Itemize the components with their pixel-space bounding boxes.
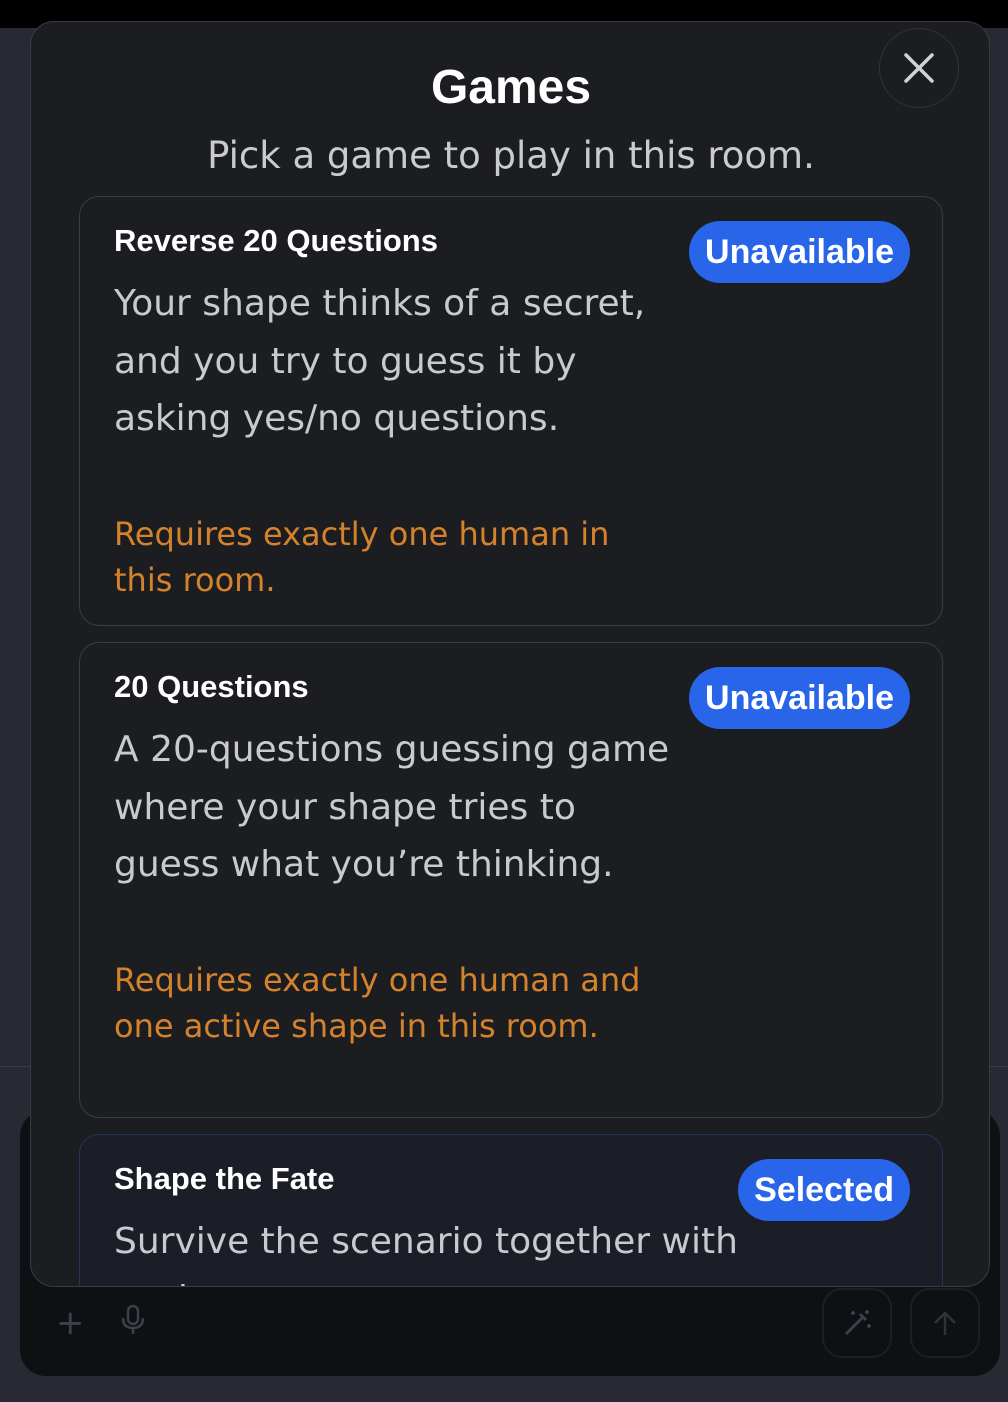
close-icon xyxy=(904,53,934,83)
status-badge: Unavailable xyxy=(689,667,910,729)
arrow-up-icon xyxy=(934,1311,956,1335)
microphone-icon[interactable] xyxy=(120,1304,146,1341)
magic-wand-button[interactable] xyxy=(822,1288,892,1358)
modal-subtitle: Pick a game to play in this room. xyxy=(207,134,815,177)
selected-badge: Selected xyxy=(738,1159,910,1221)
game-description: A 20-questions guessing game where your … xyxy=(114,729,670,885)
games-modal: Games Pick a game to play in this room. … xyxy=(30,21,990,1287)
magic-wand-icon xyxy=(844,1310,871,1336)
game-card-reverse-20-questions[interactable]: Reverse 20 Questions Unavailable Your sh… xyxy=(79,196,943,626)
send-button[interactable] xyxy=(910,1288,980,1358)
modal-title: Games xyxy=(430,61,592,114)
status-badge: Unavailable xyxy=(689,221,910,283)
game-title: Shape the Fate xyxy=(114,1161,335,1196)
game-card-shape-the-fate[interactable]: Shape the Fate Selected Survive the scen… xyxy=(79,1134,943,1286)
game-requirement: Requires exactly one human and one activ… xyxy=(114,961,641,1045)
close-button[interactable] xyxy=(879,28,959,108)
game-description: Survive the scenario together with each xyxy=(114,1221,738,1286)
game-title: 20 Questions xyxy=(114,669,309,704)
game-description: Your shape thinks of a secret, and you t… xyxy=(114,283,646,439)
game-requirement: Requires exactly one human in this room. xyxy=(114,515,610,599)
game-card-20-questions[interactable]: 20 Questions Unavailable A 20-questions … xyxy=(79,642,943,1118)
game-title: Reverse 20 Questions xyxy=(114,223,438,258)
plus-icon[interactable]: + xyxy=(56,1306,85,1340)
